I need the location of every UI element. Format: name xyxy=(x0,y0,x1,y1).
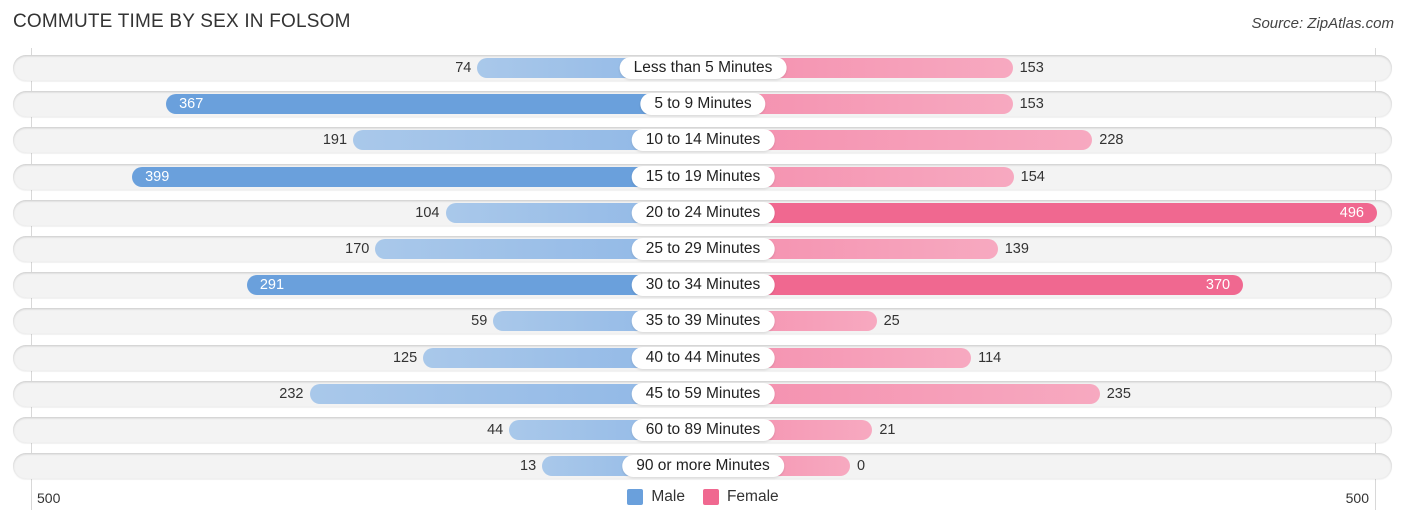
legend-label-male: Male xyxy=(651,488,685,505)
value-label-female: 153 xyxy=(1019,96,1044,112)
category-label: 45 to 59 Minutes xyxy=(631,383,775,405)
value-label-female: 228 xyxy=(1099,132,1124,148)
value-label-male: 125 xyxy=(392,350,418,366)
bar-female[interactable] xyxy=(703,203,1377,223)
value-label-female: 496 xyxy=(1339,205,1364,221)
value-label-male: 291 xyxy=(259,277,285,293)
legend-label-female: Female xyxy=(726,488,779,505)
legend-item-female[interactable]: Female xyxy=(702,488,779,506)
value-label-female: 153 xyxy=(1019,60,1044,76)
legend-item-male[interactable]: Male xyxy=(627,488,685,506)
category-label: 15 to 19 Minutes xyxy=(631,166,775,188)
value-label-male: 74 xyxy=(455,60,472,76)
category-label: 5 to 9 Minutes xyxy=(640,93,766,115)
category-label: Less than 5 Minutes xyxy=(619,57,787,79)
value-label-female: 235 xyxy=(1106,386,1131,402)
value-label-male: 367 xyxy=(179,96,204,112)
value-label-female: 0 xyxy=(857,458,866,474)
value-label-male: 191 xyxy=(322,132,348,148)
value-label-male: 13 xyxy=(520,458,537,474)
value-label-female: 21 xyxy=(879,422,896,438)
value-label-male: 59 xyxy=(471,313,488,329)
category-label: 25 to 29 Minutes xyxy=(631,238,775,260)
legend: Male Female xyxy=(0,488,1406,506)
category-label: 60 to 89 Minutes xyxy=(631,419,775,441)
category-label: 40 to 44 Minutes xyxy=(631,347,775,369)
value-label-female: 114 xyxy=(978,350,1002,366)
bar-male[interactable] xyxy=(132,167,703,187)
category-label: 30 to 34 Minutes xyxy=(631,274,775,296)
value-label-male: 104 xyxy=(415,205,440,221)
legend-swatch-male xyxy=(627,489,644,505)
value-label-male: 232 xyxy=(279,386,304,402)
value-label-female: 139 xyxy=(1004,241,1029,257)
legend-swatch-female xyxy=(702,489,719,505)
value-label-male: 170 xyxy=(345,241,370,257)
value-label-male: 44 xyxy=(487,422,504,438)
value-label-male: 399 xyxy=(145,169,170,185)
bar-male[interactable] xyxy=(166,94,703,114)
source-credit: Source: ZipAtlas.com xyxy=(1251,15,1394,32)
value-label-female: 25 xyxy=(883,313,900,329)
value-label-female: 370 xyxy=(1205,277,1231,293)
chart-title: COMMUTE TIME BY SEX IN FOLSOM xyxy=(13,11,351,32)
category-label: 90 or more Minutes xyxy=(622,455,784,477)
category-label: 10 to 14 Minutes xyxy=(631,129,775,151)
category-label: 20 to 24 Minutes xyxy=(631,202,775,224)
value-label-female: 154 xyxy=(1020,169,1045,185)
category-label: 35 to 39 Minutes xyxy=(631,310,775,332)
bar-female[interactable] xyxy=(703,275,1244,295)
